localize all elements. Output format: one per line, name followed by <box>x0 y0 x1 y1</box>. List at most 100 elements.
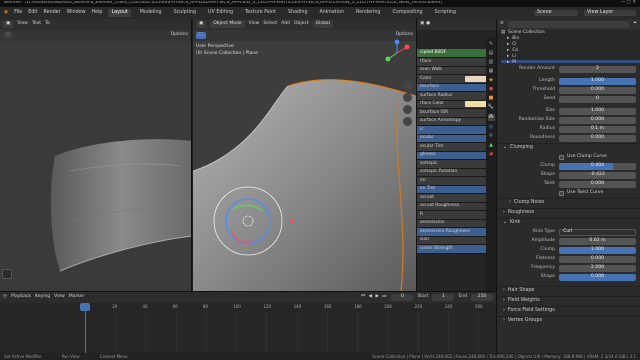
tab-scripting[interactable]: Scripting <box>432 9 459 18</box>
property-field[interactable]: -0.422 <box>559 172 636 179</box>
property-field[interactable]: 0.404 <box>559 163 636 170</box>
grid-icon[interactable] <box>403 117 412 126</box>
menu-help[interactable]: Help <box>92 10 103 16</box>
tab-modeling[interactable]: Modeling <box>137 9 165 18</box>
roughness-section[interactable]: › Roughness <box>497 208 640 218</box>
collapsed-section[interactable]: › Vertex Groups <box>497 316 640 326</box>
collapsed-section[interactable]: › Field Weights <box>497 296 640 306</box>
playhead[interactable] <box>80 303 90 311</box>
material-input-row[interactable]: rface Color <box>417 100 496 109</box>
menu-window[interactable]: Window <box>67 10 86 16</box>
object-tab-icon[interactable]: ■ <box>489 96 494 101</box>
editor-type-3d-icon[interactable]: ▣ <box>196 21 207 28</box>
editor-type-icon[interactable]: ▣ <box>3 21 14 28</box>
menu-add[interactable]: Add <box>281 22 290 27</box>
use-twist-curve-checkbox[interactable] <box>559 191 564 196</box>
particles-tab-icon[interactable]: ⁂ <box>487 114 495 121</box>
property-field[interactable]: 1.000 <box>559 108 636 115</box>
menu-playback[interactable]: Playback <box>11 295 31 300</box>
menu-render[interactable]: Render <box>44 10 61 16</box>
constraints-tab-icon[interactable]: ⚲ <box>489 134 493 139</box>
modifier-tab-icon[interactable]: 🔧 <box>488 105 494 110</box>
material-input-row[interactable]: Color <box>417 75 496 84</box>
tab-layout[interactable]: Layout <box>108 8 131 18</box>
material-input-row[interactable]: bsurface IOR <box>417 109 496 118</box>
collapsed-section[interactable]: › Hair Shape <box>497 286 640 296</box>
tab-compositing[interactable]: Compositing <box>389 9 425 18</box>
data-tab-icon[interactable]: ▲ <box>489 143 493 148</box>
view-layer-tab-icon[interactable]: ▦ <box>489 69 494 74</box>
timeline-editor-icon[interactable]: ◷ <box>3 295 7 300</box>
tab-animation[interactable]: Animation <box>317 9 347 18</box>
orientation-selector[interactable]: Global <box>312 21 333 28</box>
scene-tab-icon[interactable]: ◆ <box>489 78 493 83</box>
property-field[interactable]: 0.000 <box>559 274 636 281</box>
menu-marker[interactable]: Marker <box>69 295 85 300</box>
start-frame-field[interactable]: 1 <box>432 294 455 301</box>
collapsed-section[interactable]: › Force Field Settings <box>497 306 640 316</box>
material-input-row[interactable]: bsurface <box>417 83 496 92</box>
material-input-row[interactable]: ssen Walk <box>417 66 496 75</box>
window-controls[interactable]: — ▢ ✕ <box>621 0 636 6</box>
menu-view-main[interactable]: View <box>249 22 260 27</box>
camera-icon[interactable] <box>403 105 412 114</box>
scene-selector[interactable]: Scene <box>534 9 578 17</box>
tool-tab-icon[interactable]: ✎ <box>489 42 493 47</box>
render-icon[interactable]: ▣ <box>420 22 424 27</box>
property-field[interactable]: 1.000 <box>559 78 636 85</box>
property-field[interactable]: 0 <box>559 96 636 103</box>
tab-uv-editing[interactable]: UV Editing <box>205 9 236 18</box>
material-input-row[interactable]: ecular Tint <box>417 143 496 152</box>
material-input-row[interactable]: ecular <box>417 134 496 143</box>
navigation-gizmo[interactable] <box>383 39 411 67</box>
use-clump-curve-checkbox[interactable] <box>559 155 564 160</box>
material-input-row[interactable]: rface <box>417 58 496 67</box>
property-field[interactable]: 0.000 <box>559 181 636 188</box>
main-options-label[interactable]: Options <box>396 33 413 38</box>
render-amount-field[interactable]: 2 <box>559 66 636 73</box>
main-3d-viewport[interactable]: ▣ Object Mode View Select Add Object Glo… <box>193 19 416 291</box>
pan-hand-icon[interactable] <box>403 93 412 102</box>
material-input-row[interactable]: sotropic Rotation <box>417 168 496 177</box>
menu-edit[interactable]: Edit <box>28 10 37 16</box>
property-field[interactable]: 0.000 <box>559 87 636 94</box>
select-box-main-icon[interactable]: ⬚ <box>196 32 207 39</box>
material-input-row[interactable]: ic <box>417 126 496 135</box>
menu-select[interactable]: Select <box>263 22 277 27</box>
material-icon[interactable]: ● <box>426 22 430 27</box>
menu-file[interactable]: File <box>14 10 22 16</box>
tab-sculpting[interactable]: Sculpting <box>171 9 199 18</box>
blender-logo-icon[interactable]: ◉ <box>4 10 8 16</box>
material-input-row[interactable]: ission Strength <box>417 245 496 254</box>
tab-rendering[interactable]: Rendering <box>353 9 384 18</box>
menu-view-timeline[interactable]: View <box>54 295 65 300</box>
property-field[interactable]: 0.02 m <box>559 238 636 245</box>
clumping-section[interactable]: ⌄ Clumping <box>497 143 640 153</box>
current-frame-field[interactable]: 0 <box>391 294 414 301</box>
play-controls[interactable]: ⏮ ◀ ▶ ⏭ <box>361 295 387 300</box>
material-input-row[interactable]: surface Anisotropy <box>417 117 496 126</box>
material-input-row[interactable]: en Tint <box>417 185 496 194</box>
property-field[interactable]: 0.000 <box>559 135 636 142</box>
world-tab-icon[interactable]: ● <box>489 87 493 92</box>
mode-selector[interactable]: Object Mode <box>210 21 245 28</box>
material-input-row[interactable]: surface Radius <box>417 92 496 101</box>
property-field[interactable]: 2.000 <box>559 265 636 272</box>
material-input-row[interactable]: ansmission <box>417 219 496 228</box>
physics-tab-icon[interactable]: ◎ <box>489 125 493 130</box>
material-input-row[interactable]: sotropic <box>417 160 496 169</box>
tab-texture-paint[interactable]: Texture Paint <box>242 9 279 18</box>
property-field[interactable]: 0.1 m <box>559 126 636 133</box>
end-frame-field[interactable]: 250 <box>471 294 493 301</box>
material-input-row[interactable]: arcoat Roughness <box>417 202 496 211</box>
menu-te[interactable]: Te <box>45 22 50 27</box>
clump-noise-section[interactable]: › Clump Noise <box>497 198 640 208</box>
tab-shading[interactable]: Shading <box>285 9 311 18</box>
material-tab-icon[interactable]: ◕ <box>489 152 493 157</box>
filter-icon[interactable]: ⏷ <box>633 22 637 27</box>
material-input-row[interactable]: en <box>417 177 496 186</box>
property-field[interactable]: 0.000 <box>559 256 636 263</box>
material-input-row[interactable]: R <box>417 211 496 220</box>
left-viewport[interactable]: ▣ View Text Te ⬚ Options <box>0 19 192 291</box>
outliner-editor-icon[interactable]: ≡ <box>500 22 504 27</box>
